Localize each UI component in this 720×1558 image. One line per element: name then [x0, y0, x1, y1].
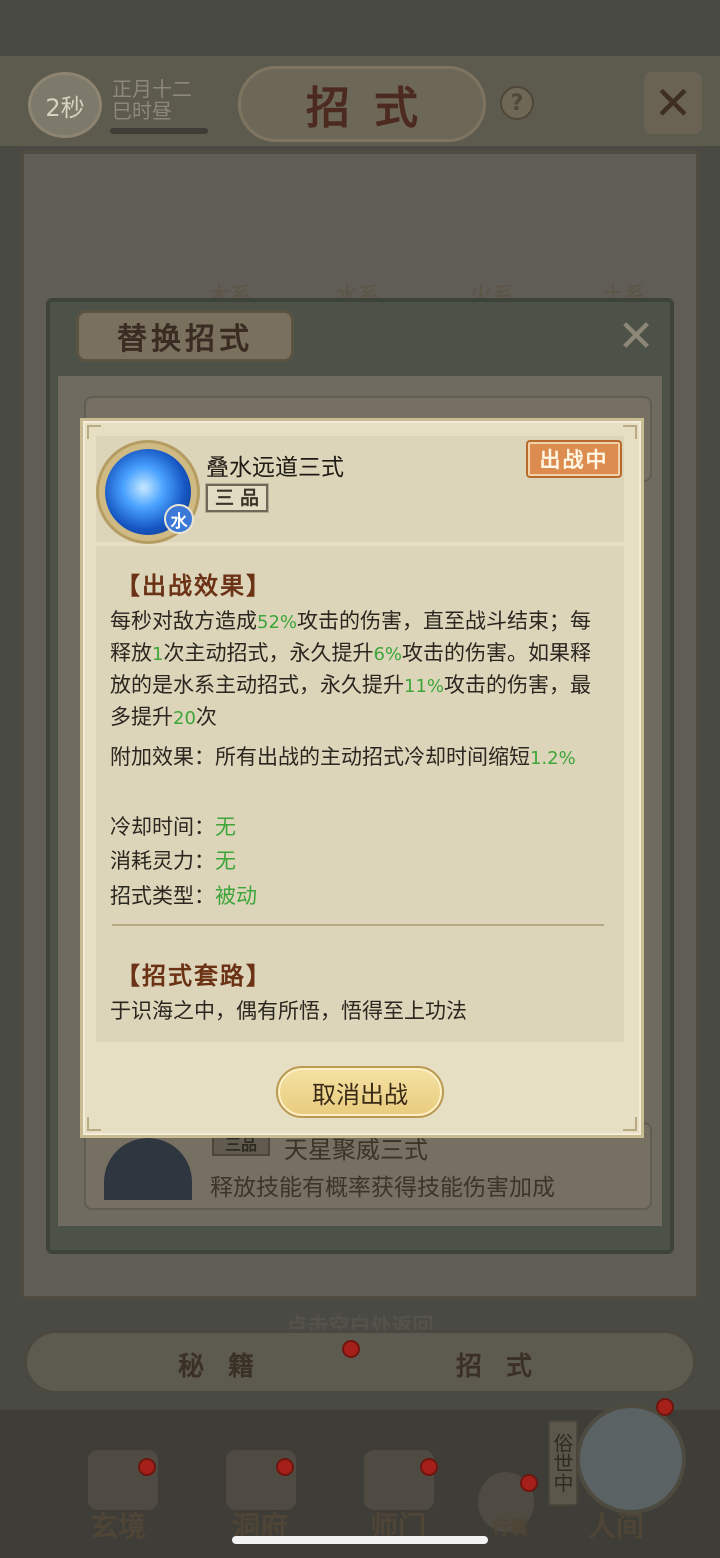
corner-ornament: [87, 1117, 101, 1131]
nav-realm[interactable]: 玄境: [90, 1505, 146, 1545]
timer-badge: 2秒: [28, 72, 102, 138]
nav-bag[interactable]: 行囊: [492, 1514, 528, 1540]
world-map-icon[interactable]: [576, 1404, 686, 1514]
skill-grade-badge: 三品: [205, 483, 269, 513]
lore-text: 于识海之中，偶有所悟，悟得至上功法: [110, 999, 467, 1023]
tab-secret-books[interactable]: 秘籍: [108, 1346, 348, 1383]
notification-dot: [656, 1398, 674, 1416]
extra-effect: 附加效果：所有出战的主动招式冷却时间缩短1.2%: [110, 745, 576, 769]
tab-skills[interactable]: 招式: [386, 1346, 626, 1383]
notification-dot: [520, 1474, 538, 1492]
cooldown-row: 冷却时间：无: [110, 815, 236, 839]
skill-type-row: 招式类型：被动: [110, 884, 257, 908]
question-icon[interactable]: ?: [500, 86, 534, 120]
replace-skill-title: 替换招式: [76, 310, 294, 362]
skill-name: 叠水远道三式: [206, 455, 344, 481]
game-date: 正月十二: [112, 77, 192, 101]
skill-description: 释放技能有概率获得技能伤害加成: [210, 1175, 555, 1201]
game-time-of-day: 巳时昼: [112, 99, 172, 123]
effect-section-title: 【出战效果】: [116, 571, 272, 600]
world-status-label: 俗世中: [548, 1420, 578, 1506]
notification-dot: [342, 1340, 360, 1358]
home-indicator: [232, 1536, 488, 1544]
page-title: 招式: [238, 66, 486, 142]
cancel-deploy-button[interactable]: 取消出战: [276, 1066, 444, 1118]
status-badge: 出战中: [526, 440, 622, 478]
corner-ornament: [623, 1117, 637, 1131]
water-element-badge: 水: [164, 504, 194, 534]
dialog-close-icon[interactable]: ✕: [612, 311, 660, 362]
corner-ornament: [623, 425, 637, 439]
notification-dot: [138, 1458, 156, 1476]
spirit-cost-row: 消耗灵力：无: [110, 849, 236, 873]
time-progress-bar: [110, 128, 208, 134]
notification-dot: [276, 1458, 294, 1476]
notification-dot: [420, 1458, 438, 1476]
section-divider: [112, 924, 604, 926]
close-icon[interactable]: ✕: [644, 72, 702, 134]
effect-description: 每秒对敌方造成52%攻击的伤害，直至战斗结束；每释放1次主动招式，永久提升6%攻…: [110, 609, 592, 729]
nav-world[interactable]: 人间: [588, 1505, 644, 1545]
lore-section-title: 【招式套路】: [116, 961, 272, 990]
